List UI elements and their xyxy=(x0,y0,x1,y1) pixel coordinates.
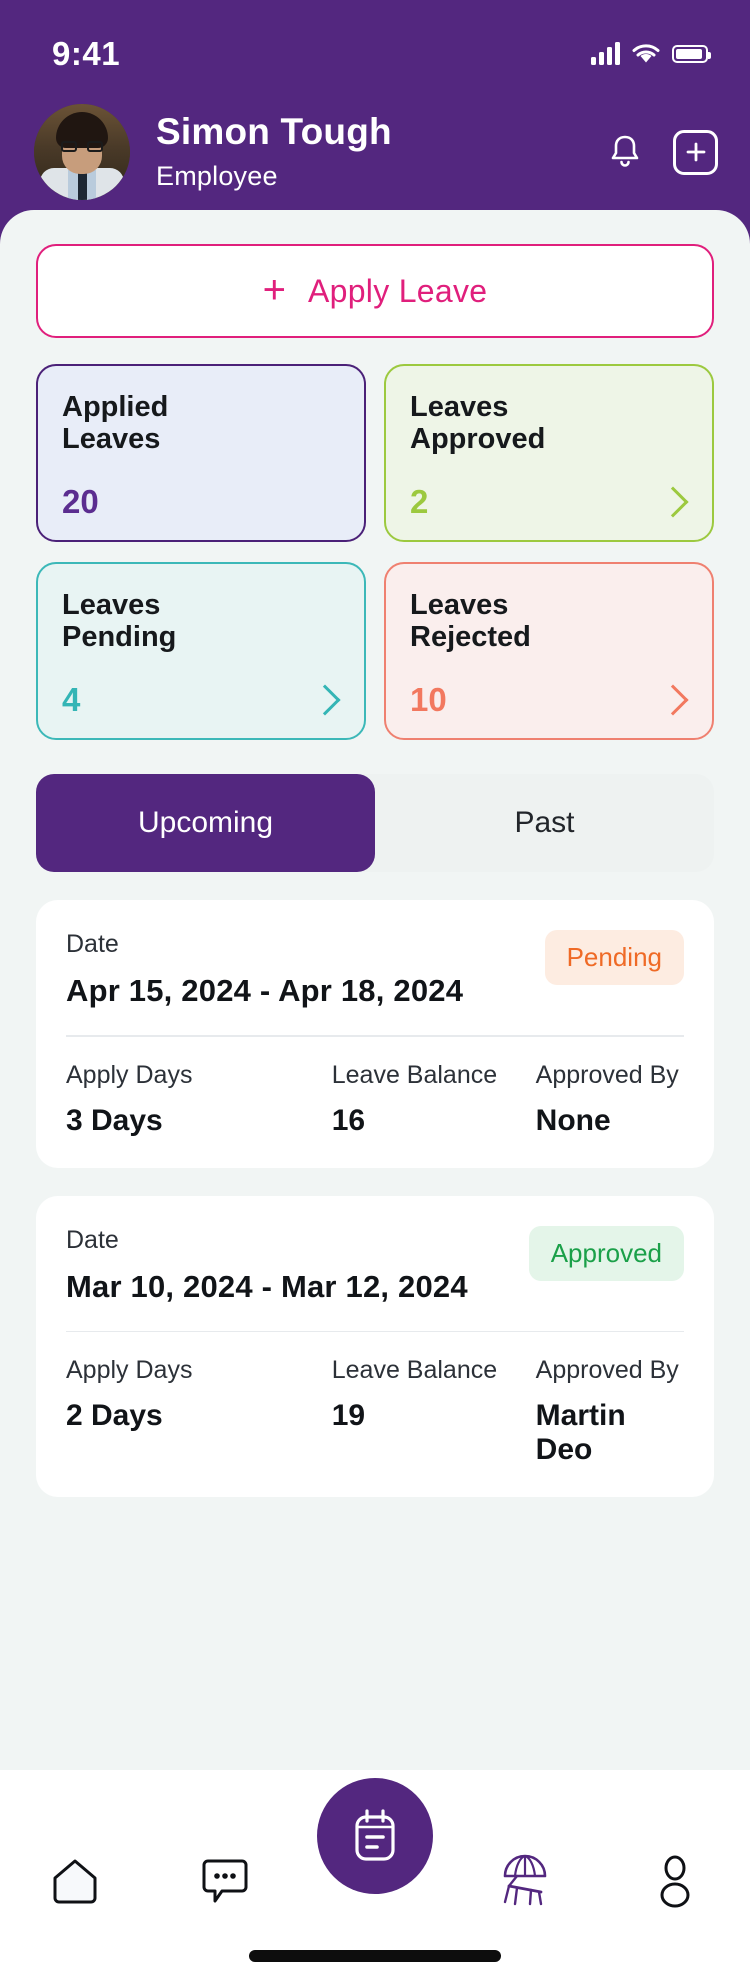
stat-value: 4 xyxy=(62,681,81,718)
leave-request-card[interactable]: Date Mar 10, 2024 - Mar 12, 2024 Approve… xyxy=(36,1195,714,1497)
profile-row: Simon Tough Employee xyxy=(0,92,750,212)
tab-upcoming[interactable]: Upcoming xyxy=(36,774,375,872)
nav-item-leaves[interactable] xyxy=(450,1842,600,1922)
add-button[interactable] xyxy=(673,129,718,175)
leave-balance-label: Leave Balance xyxy=(331,1356,498,1384)
add-leave-fab[interactable] xyxy=(317,1778,433,1894)
person-icon xyxy=(660,1855,690,1908)
apply-leave-button[interactable]: + Apply Leave xyxy=(36,244,714,338)
stat-card-leaves-pending[interactable]: Leaves Pending 4 xyxy=(36,562,366,740)
stat-value: 10 xyxy=(410,681,447,718)
leave-balance-value: 16 xyxy=(331,1103,366,1137)
notification-button[interactable] xyxy=(603,130,647,174)
apply-days-column: Apply Days 3 Days xyxy=(66,1061,332,1138)
date-range: Mar 10, 2024 - Mar 12, 2024 xyxy=(66,1268,468,1304)
nav-item-chat[interactable] xyxy=(150,1842,300,1922)
stat-card-leaves-approved[interactable]: Leaves Approved 2 xyxy=(384,364,714,542)
status-bar: 9:41 xyxy=(0,0,750,90)
battery-icon xyxy=(672,45,711,63)
leave-balance-label: Leave Balance xyxy=(331,1060,498,1089)
approved-by-value: None xyxy=(535,1103,611,1137)
nav-item-home[interactable] xyxy=(0,1842,150,1922)
stat-title: Leaves Approved xyxy=(410,391,546,455)
stat-card-applied-leaves[interactable]: Applied Leaves 20 xyxy=(36,364,366,542)
stat-title: Leaves Pending xyxy=(62,589,177,653)
leave-balance-column: Leave Balance 16 xyxy=(332,1061,536,1138)
date-label: Date xyxy=(66,1225,119,1254)
chevron-right-icon[interactable] xyxy=(657,485,689,518)
avatar[interactable] xyxy=(34,104,130,200)
leave-balance-value: 19 xyxy=(331,1399,366,1432)
approved-by-column: Approved By Martin Deo xyxy=(536,1356,684,1467)
user-info: Simon Tough Employee xyxy=(156,111,603,192)
leave-balance-column: Leave Balance 19 xyxy=(332,1356,536,1467)
stat-value: 2 xyxy=(410,483,429,520)
divider xyxy=(66,1330,684,1332)
bottom-navigation xyxy=(0,1770,750,1988)
stat-title: Leaves Rejected xyxy=(410,589,531,653)
cellular-signal-icon xyxy=(591,42,620,65)
approved-by-column: Approved By None xyxy=(536,1061,684,1138)
approved-by-value: Martin Deo xyxy=(535,1399,626,1466)
apply-days-value: 3 Days xyxy=(66,1103,163,1137)
status-time: 9:41 xyxy=(52,35,121,72)
stat-card-leaves-rejected[interactable]: Leaves Rejected 10 xyxy=(384,562,714,740)
stat-value: 20 xyxy=(62,483,99,520)
phone-screen: 9:41 Simon Tough Employee + Apply Leave … xyxy=(0,0,750,1988)
nav-item-profile[interactable] xyxy=(600,1842,750,1922)
chevron-right-icon[interactable] xyxy=(657,683,689,716)
status-badge: Approved xyxy=(528,1225,684,1281)
leave-tabs: Upcoming Past xyxy=(36,774,714,872)
user-role: Employee xyxy=(156,160,278,191)
approved-by-label: Approved By xyxy=(535,1060,679,1089)
status-badge: Pending xyxy=(544,930,684,985)
stat-card-grid: Applied Leaves 20 Leaves Approved 2 Leav… xyxy=(36,364,714,740)
header-actions xyxy=(603,129,718,175)
divider xyxy=(66,1035,684,1037)
date-range: Apr 15, 2024 - Apr 18, 2024 xyxy=(66,973,464,1008)
tab-past[interactable]: Past xyxy=(375,774,714,872)
content-sheet: + Apply Leave Applied Leaves 20 Leaves A… xyxy=(0,210,750,1770)
approved-by-label: Approved By xyxy=(535,1356,679,1384)
chat-bubble-icon xyxy=(202,1859,248,1903)
apply-leave-label: Apply Leave xyxy=(307,272,488,309)
calendar-note-icon xyxy=(355,1809,395,1861)
apply-days-value: 2 Days xyxy=(66,1399,163,1432)
wifi-icon xyxy=(632,44,660,63)
status-icons xyxy=(591,42,711,65)
user-name: Simon Tough xyxy=(156,111,392,153)
apply-days-column: Apply Days 2 Days xyxy=(66,1356,332,1467)
leave-request-card[interactable]: Date Apr 15, 2024 - Apr 18, 2024 Pending… xyxy=(36,900,714,1168)
stat-title: Applied Leaves xyxy=(62,391,169,455)
bell-icon xyxy=(611,135,639,167)
apply-days-label: Apply Days xyxy=(66,1060,193,1089)
home-indicator xyxy=(249,1950,501,1962)
beach-umbrella-icon xyxy=(503,1854,547,1906)
apply-days-label: Apply Days xyxy=(66,1356,193,1384)
date-label: Date xyxy=(66,930,119,958)
home-icon xyxy=(53,1859,97,1904)
plus-icon: + xyxy=(262,267,286,312)
plus-square-icon xyxy=(686,142,705,162)
chevron-right-icon[interactable] xyxy=(309,683,341,716)
